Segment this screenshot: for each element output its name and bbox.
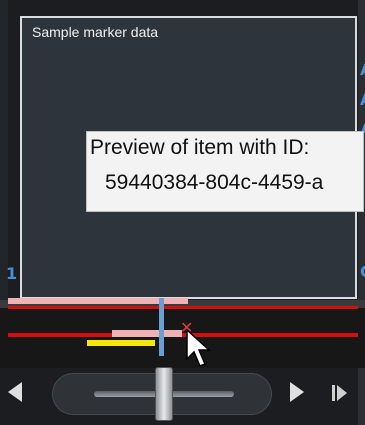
popup-title: Sample marker data <box>32 24 159 40</box>
timeline-track-area[interactable] <box>0 308 365 368</box>
previous-arrow-icon[interactable] <box>8 382 22 402</box>
background-panel-left <box>0 0 8 300</box>
background-char-1: A <box>360 60 365 79</box>
timeline-marker-segment[interactable] <box>112 330 182 337</box>
shuttle-thumb[interactable] <box>155 367 173 421</box>
background-char-2: A <box>360 90 365 109</box>
step-forward-icon[interactable] <box>332 385 352 401</box>
next-arrow-icon[interactable] <box>290 382 304 402</box>
playhead[interactable] <box>159 298 164 356</box>
tooltip-heading: Preview of item with ID: <box>90 136 310 159</box>
timeline-highlight-bar[interactable] <box>87 340 155 346</box>
background-digit: 1 <box>6 264 18 283</box>
timeline-marker-line[interactable] <box>8 306 358 309</box>
item-id-tooltip: Preview of item with ID: 59440384-804c-4… <box>86 131 364 212</box>
background-char-4: C <box>360 262 365 281</box>
shuttle-slider[interactable] <box>52 367 272 421</box>
mouse-cursor-icon <box>186 329 211 367</box>
tooltip-item-id: 59440384-804c-4459-a <box>105 171 324 194</box>
